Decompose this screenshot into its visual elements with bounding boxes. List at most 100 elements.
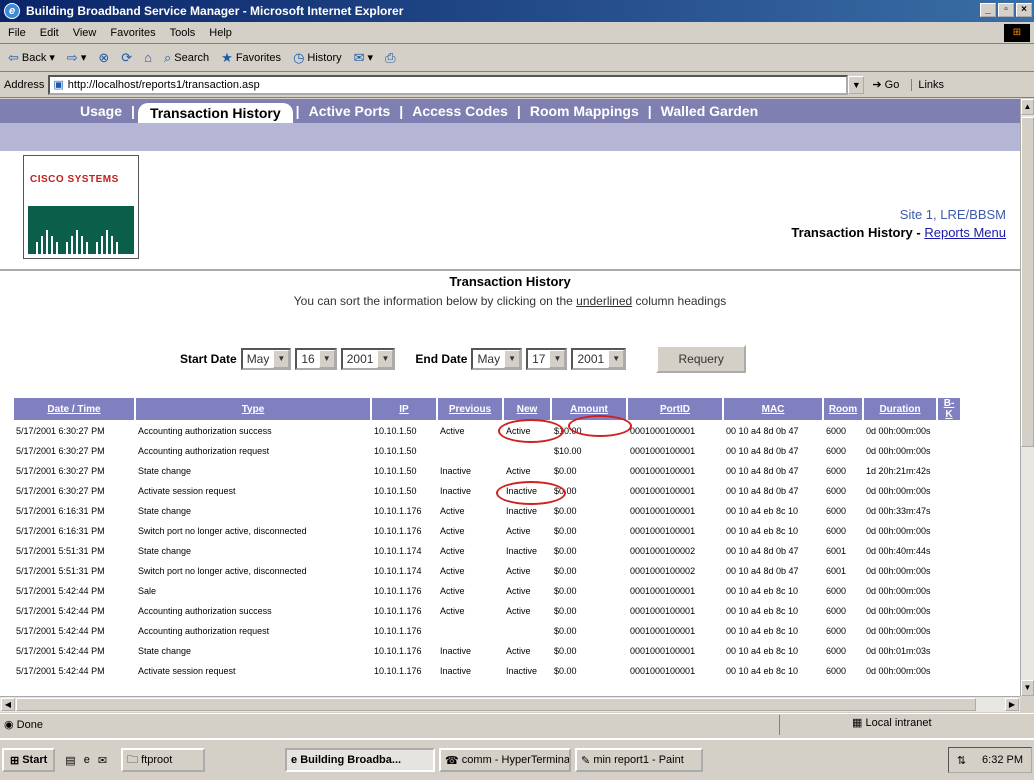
- search-icon: ⌕: [164, 49, 172, 65]
- menu-edit[interactable]: Edit: [40, 27, 59, 39]
- reports-menu-link[interactable]: Reports Menu: [924, 225, 1006, 240]
- task-hyperterminal[interactable]: ☎ comm - HyperTerminal: [439, 748, 572, 772]
- address-dropdown-button[interactable]: ▼: [848, 75, 865, 94]
- address-input[interactable]: ▣ http://localhost/reports1/transaction.…: [48, 74, 849, 95]
- col-new[interactable]: New: [504, 398, 550, 420]
- start-day-select[interactable]: 16 ▼: [295, 348, 337, 370]
- start-button[interactable]: ⊞ Start: [2, 748, 56, 772]
- col-ip[interactable]: IP: [372, 398, 436, 420]
- ie-task-icon: e: [291, 754, 298, 766]
- network-icon[interactable]: ⇅: [957, 754, 966, 767]
- horizontal-scrollbar[interactable]: ◀ ▶: [0, 696, 1020, 712]
- close-button[interactable]: ×: [1016, 3, 1032, 17]
- start-month-select[interactable]: May ▼: [240, 348, 292, 370]
- table-cell: 5/17/2001 5:42:44 PM: [16, 586, 105, 596]
- address-bar: Address ▣ http://localhost/reports1/tran…: [0, 72, 1034, 98]
- tab-active-ports[interactable]: Active Ports: [303, 103, 397, 119]
- scroll-thumb[interactable]: [1021, 117, 1034, 447]
- menu-help[interactable]: Help: [209, 27, 232, 39]
- task-label: ftproot: [141, 754, 173, 766]
- table-cell: $10.00: [554, 426, 582, 436]
- scroll-right-icon[interactable]: ▶: [1005, 698, 1019, 711]
- desktop-icon[interactable]: ▤: [65, 754, 75, 767]
- menu-tools[interactable]: Tools: [170, 27, 196, 39]
- col-date-time[interactable]: Date / Time: [14, 398, 134, 420]
- tab-usage[interactable]: Usage: [74, 103, 128, 119]
- task-ftproot[interactable]: 🗀 ftproot: [121, 748, 206, 772]
- table-cell: 0d 00h:01m:03s: [866, 646, 931, 656]
- menu-favorites[interactable]: Favorites: [110, 27, 155, 39]
- print-icon: ⎙: [385, 49, 396, 65]
- table-row: 5/17/2001 6:16:31 PM Switch port no longe…: [14, 522, 960, 540]
- table-cell: $0.00: [554, 466, 577, 476]
- end-day-select[interactable]: 17 ▼: [526, 348, 568, 370]
- start-month-value: May: [246, 352, 270, 366]
- col-duration[interactable]: Duration: [864, 398, 936, 420]
- tab-room-mappings[interactable]: Room Mappings: [524, 103, 645, 119]
- col-amount[interactable]: Amount: [552, 398, 626, 420]
- favorites-button[interactable]: ★ Favorites: [221, 50, 281, 66]
- links-button[interactable]: Links: [911, 78, 944, 91]
- back-label: Back: [21, 51, 47, 64]
- table-cell: 0001000100002: [630, 546, 696, 556]
- table-cell: $0.00: [554, 486, 577, 496]
- print-button[interactable]: ⎙: [385, 50, 395, 66]
- go-button[interactable]: ➔ Go: [872, 78, 899, 91]
- table-cell: Inactive: [440, 466, 472, 476]
- back-button[interactable]: ⇦ Back ▾: [8, 50, 55, 66]
- table-row: 5/17/2001 6:16:31 PM State change 10.10.1.…: [14, 502, 960, 520]
- end-year-select[interactable]: 2001 ▼: [571, 348, 627, 370]
- zone-text: Local intranet: [865, 717, 932, 729]
- col-bk[interactable]: B-K: [938, 398, 960, 420]
- maximize-button[interactable]: ▫: [998, 3, 1014, 17]
- table-cell: Accounting authorization success: [138, 606, 272, 616]
- table-cell: Accounting authorization success: [138, 426, 272, 436]
- ie-quick-icon[interactable]: e: [84, 754, 90, 767]
- intranet-icon: ▦: [852, 717, 863, 729]
- hscroll-thumb[interactable]: [16, 698, 976, 711]
- vertical-scrollbar[interactable]: ▲ ▼: [1020, 99, 1034, 696]
- start-year-select[interactable]: 2001 ▼: [340, 348, 396, 370]
- task-paint[interactable]: ✎ min report1 - Paint: [575, 748, 704, 772]
- refresh-button[interactable]: ⟳: [121, 50, 132, 66]
- table-cell-bk: [938, 602, 960, 620]
- scroll-left-icon[interactable]: ◀: [1, 698, 15, 711]
- home-button[interactable]: ⌂: [144, 50, 152, 65]
- scroll-down-icon[interactable]: ▼: [1021, 680, 1034, 696]
- table-cell: 10.10.1.50: [374, 446, 417, 456]
- task-ie[interactable]: e Building Broadba...: [285, 748, 436, 772]
- tab-access-codes[interactable]: Access Codes: [406, 103, 514, 119]
- table-cell: 6000: [826, 626, 847, 636]
- folder-icon: 🗀: [127, 753, 139, 766]
- table-cell: 10.10.1.176: [374, 586, 422, 596]
- tab-walled-garden[interactable]: Walled Garden: [655, 103, 765, 119]
- col-type[interactable]: Type: [136, 398, 370, 420]
- forward-button[interactable]: ⇨ ▾: [67, 50, 86, 66]
- col-portid[interactable]: PortID: [628, 398, 722, 420]
- mail-button[interactable]: ✉ ▾: [354, 50, 373, 66]
- start-label: Start: [22, 754, 48, 766]
- search-button[interactable]: ⌕ Search: [164, 50, 209, 66]
- table-cell-bk: [938, 642, 960, 660]
- table-cell: State change: [138, 646, 192, 656]
- col-previous[interactable]: Previous: [438, 398, 502, 420]
- scroll-up-icon[interactable]: ▲: [1021, 99, 1034, 115]
- table-row: 5/17/2001 5:42:44 PM State change 10.10.1.…: [14, 642, 960, 660]
- menu-view[interactable]: View: [73, 27, 97, 39]
- table-cell: Active: [506, 606, 531, 616]
- col-mac[interactable]: MAC: [724, 398, 822, 420]
- minimize-button[interactable]: _: [980, 3, 996, 17]
- end-month-select[interactable]: May ▼: [471, 348, 523, 370]
- table-row: 5/17/2001 5:51:31 PM Switch port no longe…: [14, 562, 960, 580]
- outlook-icon[interactable]: ✉: [98, 754, 107, 767]
- clock[interactable]: 6:32 PM: [982, 754, 1023, 766]
- col-room[interactable]: Room: [824, 398, 862, 420]
- requery-button[interactable]: Requery: [656, 345, 747, 373]
- table-cell: 6000: [826, 426, 847, 436]
- menu-file[interactable]: File: [8, 27, 26, 39]
- chevron-down-icon: ▼: [318, 350, 335, 368]
- history-button[interactable]: ◷ History: [293, 50, 342, 66]
- tab-transaction-history[interactable]: Transaction History: [137, 103, 293, 123]
- table-cell: Active: [440, 566, 465, 576]
- stop-button[interactable]: ⊗: [98, 50, 109, 66]
